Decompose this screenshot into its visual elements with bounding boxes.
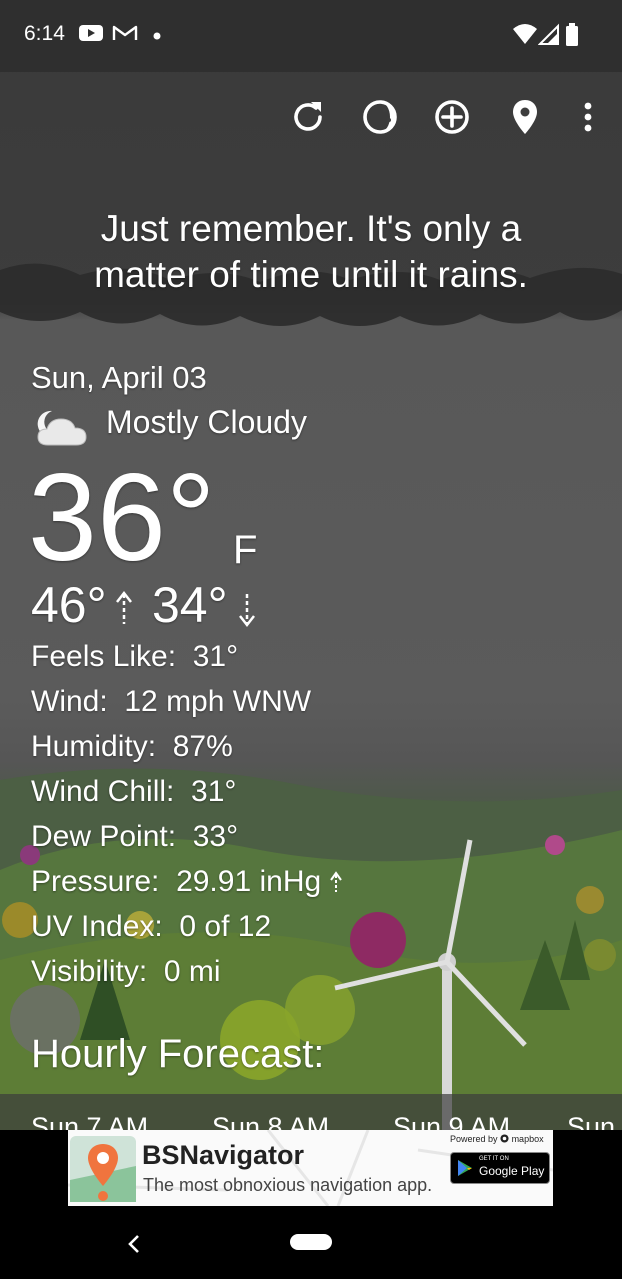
detail-dew-point: Dew Point: 33° xyxy=(31,820,239,853)
detail-uv-index: UV Index: 0 of 12 xyxy=(31,910,272,943)
wifi-icon xyxy=(513,24,537,44)
theme-icon[interactable] xyxy=(359,96,401,138)
partly-cloudy-night-icon xyxy=(37,410,87,446)
dot-icon xyxy=(153,32,161,40)
quote-text: Just remember. It's only a matter of tim… xyxy=(30,206,592,298)
quote-line-2: matter of time until it rains. xyxy=(94,254,528,295)
home-pill[interactable] xyxy=(290,1234,332,1250)
bsnavigator-app-icon xyxy=(70,1136,136,1202)
current-condition: Mostly Cloudy xyxy=(106,404,307,440)
hour-item[interactable]: Sun xyxy=(567,1112,615,1130)
signal-icon xyxy=(538,23,559,45)
status-time: 6:14 xyxy=(24,22,65,45)
detail-humidity: Humidity: 87% xyxy=(31,730,233,763)
powered-by-mapbox: Powered by mapbox xyxy=(450,1134,544,1144)
ad-subtitle: The most obnoxious navigation app. xyxy=(143,1175,433,1195)
battery-icon xyxy=(566,23,578,46)
ad-title: BSNavigator xyxy=(142,1140,305,1170)
hourly-forecast-title: Hourly Forecast: xyxy=(31,1032,325,1076)
play-store-icon xyxy=(458,1160,472,1176)
more-vert-icon[interactable] xyxy=(567,96,609,138)
status-bar: 6:14 xyxy=(0,0,622,72)
detail-wind: Wind: 12 mph WNW xyxy=(31,685,312,718)
hour-item[interactable]: Sun 9 AM xyxy=(393,1112,510,1130)
current-date: Sun, April 03 xyxy=(31,360,207,395)
back-icon[interactable] xyxy=(124,1232,144,1256)
gmail-icon xyxy=(112,25,138,40)
hour-item[interactable]: Sun 7 AM xyxy=(31,1112,148,1130)
refresh-icon[interactable] xyxy=(287,96,329,138)
high-temp: 46° xyxy=(31,577,107,633)
ad-banner[interactable]: BSNavigator The most obnoxious navigatio… xyxy=(68,1130,553,1206)
detail-wind-chill: Wind Chill: 31° xyxy=(31,775,237,808)
hour-item[interactable]: Sun 8 AM xyxy=(212,1112,329,1130)
play-big-text: Google Play xyxy=(479,1164,545,1178)
current-temperature: 36° xyxy=(28,449,216,587)
detail-pressure: Pressure: 29.91 inHg xyxy=(31,865,342,899)
detail-feels-like: Feels Like: 31° xyxy=(31,640,239,673)
play-small-text: GET IT ON xyxy=(479,1156,509,1162)
quote-line-1: Just remember. It's only a xyxy=(100,208,522,249)
location-pin-icon[interactable] xyxy=(504,96,546,138)
arrow-down-icon xyxy=(239,594,255,628)
hourly-forecast-strip[interactable]: Sun 7 AM Sun 8 AM Sun 9 AM Sun xyxy=(0,1094,622,1130)
detail-visibility: Visibility: 0 mi xyxy=(31,955,221,988)
pressure-rising-icon xyxy=(329,871,342,892)
google-play-badge[interactable]: GET IT ON Google Play xyxy=(450,1152,550,1184)
low-temp: 34° xyxy=(152,577,228,633)
youtube-icon xyxy=(79,25,103,41)
temperature-unit: F xyxy=(233,528,258,572)
weather-screen: 6:14 Just remember. It's only a matter o… xyxy=(0,0,622,1279)
system-nav-bar xyxy=(0,1210,622,1279)
arrow-up-icon xyxy=(116,590,132,624)
mapbox-logo-icon xyxy=(500,1134,509,1143)
add-location-icon[interactable] xyxy=(431,96,473,138)
